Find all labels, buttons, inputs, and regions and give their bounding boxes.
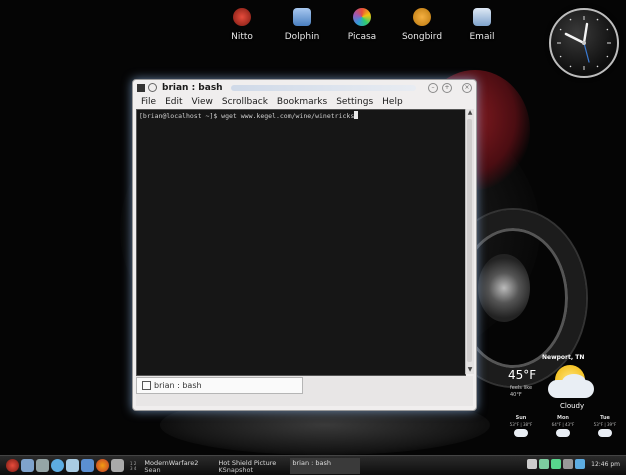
network-icon[interactable] [66, 459, 79, 472]
konsole-window: brian : bash – + × File Edit View Scroll… [132, 79, 477, 411]
forecast-temps: 64°F | 43°F [551, 422, 575, 427]
pin-icon[interactable] [148, 83, 157, 92]
files-icon[interactable] [81, 459, 94, 472]
menu-scrollback[interactable]: Scrollback [222, 97, 268, 107]
task-subtitle: Sean [144, 465, 161, 474]
task-list: ModernWarfare2 Sean Hot Shield Picture K… [142, 457, 364, 474]
desktop-pager[interactable]: 1 2 3 4 [130, 461, 136, 471]
app-dock: Nitto Dolphin Picasa Songbird Email [212, 8, 512, 42]
menu-help[interactable]: Help [382, 97, 403, 107]
maximize-button[interactable]: + [442, 82, 452, 93]
nitto-icon [233, 8, 251, 26]
task-title: brian : bash [292, 458, 332, 467]
analog-clock-widget [549, 8, 619, 78]
scrollbar-thumb[interactable] [467, 119, 472, 362]
pager-desktop[interactable]: 3 4 [130, 466, 136, 471]
window-title: brian : bash [162, 82, 223, 93]
forecast-day-name: Tue [600, 415, 610, 421]
cloud-icon [562, 374, 586, 390]
app-icon[interactable] [111, 459, 124, 472]
menu-edit[interactable]: Edit [165, 97, 182, 107]
session-tab-bar: brian : bash [136, 376, 473, 406]
terminal-icon[interactable] [137, 83, 145, 92]
dock-item-dolphin[interactable]: Dolphin [272, 8, 332, 42]
dolphin-icon [293, 8, 311, 26]
terminal-area[interactable]: [brian@localhost ~]$ wget www.kegel.com/… [136, 109, 466, 376]
menu-view[interactable]: View [192, 97, 213, 107]
quick-launch [6, 459, 124, 472]
clipboard-icon[interactable] [563, 459, 574, 469]
volume-icon[interactable] [527, 459, 538, 469]
close-button[interactable]: × [462, 82, 472, 93]
dock-label: Dolphin [284, 32, 320, 42]
titlebar-highlight [230, 84, 416, 91]
dock-label: Nitto [231, 32, 253, 42]
forecast-day-name: Mon [557, 415, 569, 421]
cloud-icon [555, 429, 570, 437]
minimize-button[interactable]: – [428, 82, 438, 93]
dock-item-nitto[interactable]: Nitto [212, 8, 272, 42]
terminal-command-text: [brian@localhost ~]$ wget www.kegel.com/… [139, 112, 355, 120]
menu-bookmarks[interactable]: Bookmarks [277, 97, 327, 107]
dock-item-email[interactable]: Email [452, 8, 512, 42]
firefox-icon[interactable] [96, 459, 109, 472]
terminal-tab-icon [142, 381, 151, 390]
weather-temperature: 45°F [508, 368, 537, 382]
task-button[interactable]: Hot Shield Picture KSnapshot [216, 458, 286, 474]
tab-brian-bash[interactable]: brian : bash [136, 377, 303, 394]
dock-item-songbird[interactable]: Songbird [392, 8, 452, 42]
vertical-scrollbar[interactable]: ▲ ▼ [465, 109, 474, 374]
weather-location: Newport, TN [542, 354, 585, 361]
forecast-day: Tue 53°F | 39°F [593, 415, 617, 437]
help-icon[interactable] [51, 459, 64, 472]
task-button-active[interactable]: brian : bash [290, 457, 361, 474]
tools-icon[interactable] [36, 459, 49, 472]
terminal-prompt-line: [brian@localhost ~]$ wget www.kegel.com/… [139, 111, 359, 120]
update-icon[interactable] [21, 459, 34, 472]
dock-label: Email [469, 32, 495, 42]
forecast-temps: 53°F | 38°F [509, 422, 533, 427]
system-tray: 12:46 pm [527, 459, 620, 469]
dock-label: Songbird [401, 32, 443, 42]
forecast-temps: 53°F | 39°F [593, 422, 617, 427]
network-status-icon[interactable] [539, 459, 550, 469]
menu-settings[interactable]: Settings [336, 97, 373, 107]
email-icon [473, 8, 491, 26]
taskbar-clock[interactable]: 12:46 pm [591, 461, 620, 468]
task-subtitle: KSnapshot [218, 465, 254, 474]
window-titlebar[interactable]: brian : bash – + × [133, 80, 476, 95]
text-cursor [354, 111, 359, 119]
scroll-down-arrow-icon[interactable]: ▼ [466, 366, 474, 374]
clock-face [557, 16, 611, 70]
cloud-icon [513, 429, 528, 437]
taskbar: 1 2 3 4 ModernWarfare2 Sean Hot Shield P… [0, 455, 626, 475]
dock-label: Picasa [347, 32, 377, 42]
menu-file[interactable]: File [141, 97, 156, 107]
cloud-icon [597, 429, 612, 437]
motorcycle-rim [478, 254, 530, 322]
forecast-day: Sun 53°F | 38°F [509, 415, 533, 437]
songbird-icon [413, 8, 431, 26]
dock-item-picasa[interactable]: Picasa [332, 8, 392, 42]
updates-icon[interactable] [575, 459, 586, 469]
tab-label: brian : bash [154, 381, 202, 390]
weather-feels-like: feels like 40°F [510, 385, 533, 398]
menu-bar: File Edit View Scrollback Bookmarks Sett… [141, 97, 403, 107]
forecast-day-name: Sun [515, 415, 527, 421]
scroll-up-arrow-icon[interactable]: ▲ [466, 109, 474, 117]
kde-menu-icon[interactable] [6, 459, 19, 472]
weather-widget: Newport, TN 45°F feels like 40°F Cloudy … [500, 350, 626, 445]
task-button[interactable]: ModernWarfare2 Sean [142, 458, 212, 474]
picasa-icon [353, 8, 371, 26]
shield-icon[interactable] [551, 459, 562, 469]
weather-forecast: Sun 53°F | 38°F Mon 64°F | 43°F Tue 53°F… [500, 415, 626, 437]
forecast-day: Mon 64°F | 43°F [551, 415, 575, 437]
weather-condition: Cloudy [560, 402, 585, 410]
